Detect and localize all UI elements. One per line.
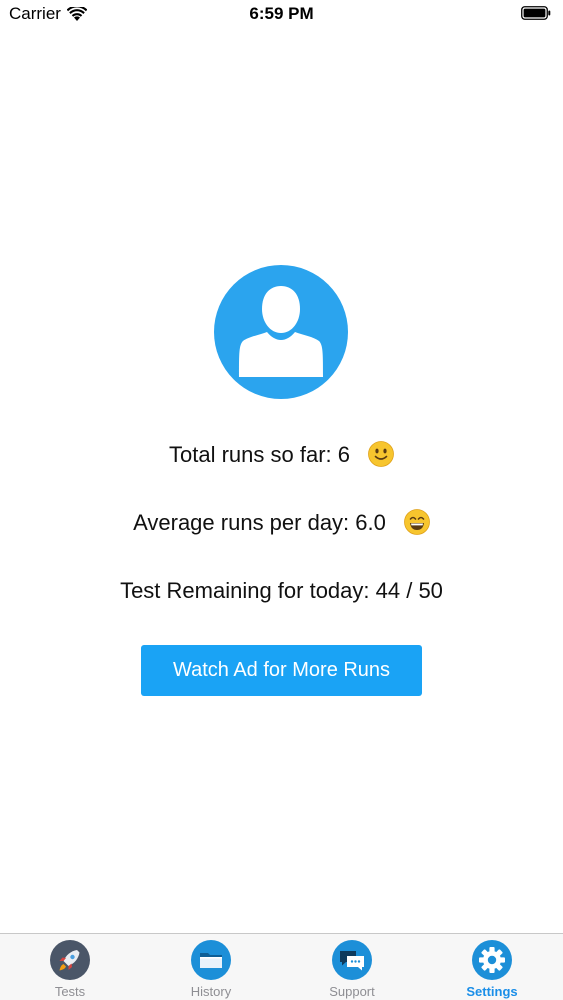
rocket-icon bbox=[50, 940, 90, 980]
settings-screen: Carrier 6:59 PM Total runs so far: 6 Ave… bbox=[0, 0, 563, 1000]
tab-history[interactable]: History bbox=[141, 934, 281, 1000]
watch-ad-button[interactable]: Watch Ad for More Runs bbox=[141, 645, 422, 696]
battery-full-icon bbox=[521, 6, 551, 20]
gear-icon bbox=[472, 940, 512, 980]
status-time: 6:59 PM bbox=[249, 4, 314, 23]
average-runs-text: Average runs per day: 6.0 bbox=[133, 510, 386, 535]
tab-label: Tests bbox=[54, 984, 86, 999]
tab-tests[interactable]: Tests bbox=[0, 934, 140, 1000]
grinning-face-icon bbox=[403, 509, 430, 535]
tab-support[interactable]: Support bbox=[282, 934, 422, 1000]
tab-label: Settings bbox=[466, 984, 518, 999]
tab-settings[interactable]: Settings bbox=[422, 934, 562, 1000]
slightly-smiling-face-icon bbox=[368, 441, 394, 467]
total-runs-row: Total runs so far: 6 bbox=[0, 441, 563, 469]
status-bar: Carrier 6:59 PM bbox=[0, 0, 563, 30]
remaining-tests-text: Test Remaining for today: 44 / 50 bbox=[120, 578, 443, 603]
average-runs-row: Average runs per day: 6.0 bbox=[0, 509, 563, 537]
tab-bar: Tests History Support Settings bbox=[0, 933, 563, 1000]
tab-label: History bbox=[190, 984, 232, 999]
folder-icon bbox=[191, 940, 231, 980]
total-runs-text: Total runs so far: 6 bbox=[169, 442, 350, 467]
user-avatar-icon bbox=[214, 265, 348, 399]
tab-label: Support bbox=[329, 984, 375, 999]
chat-bubbles-icon bbox=[332, 940, 372, 980]
